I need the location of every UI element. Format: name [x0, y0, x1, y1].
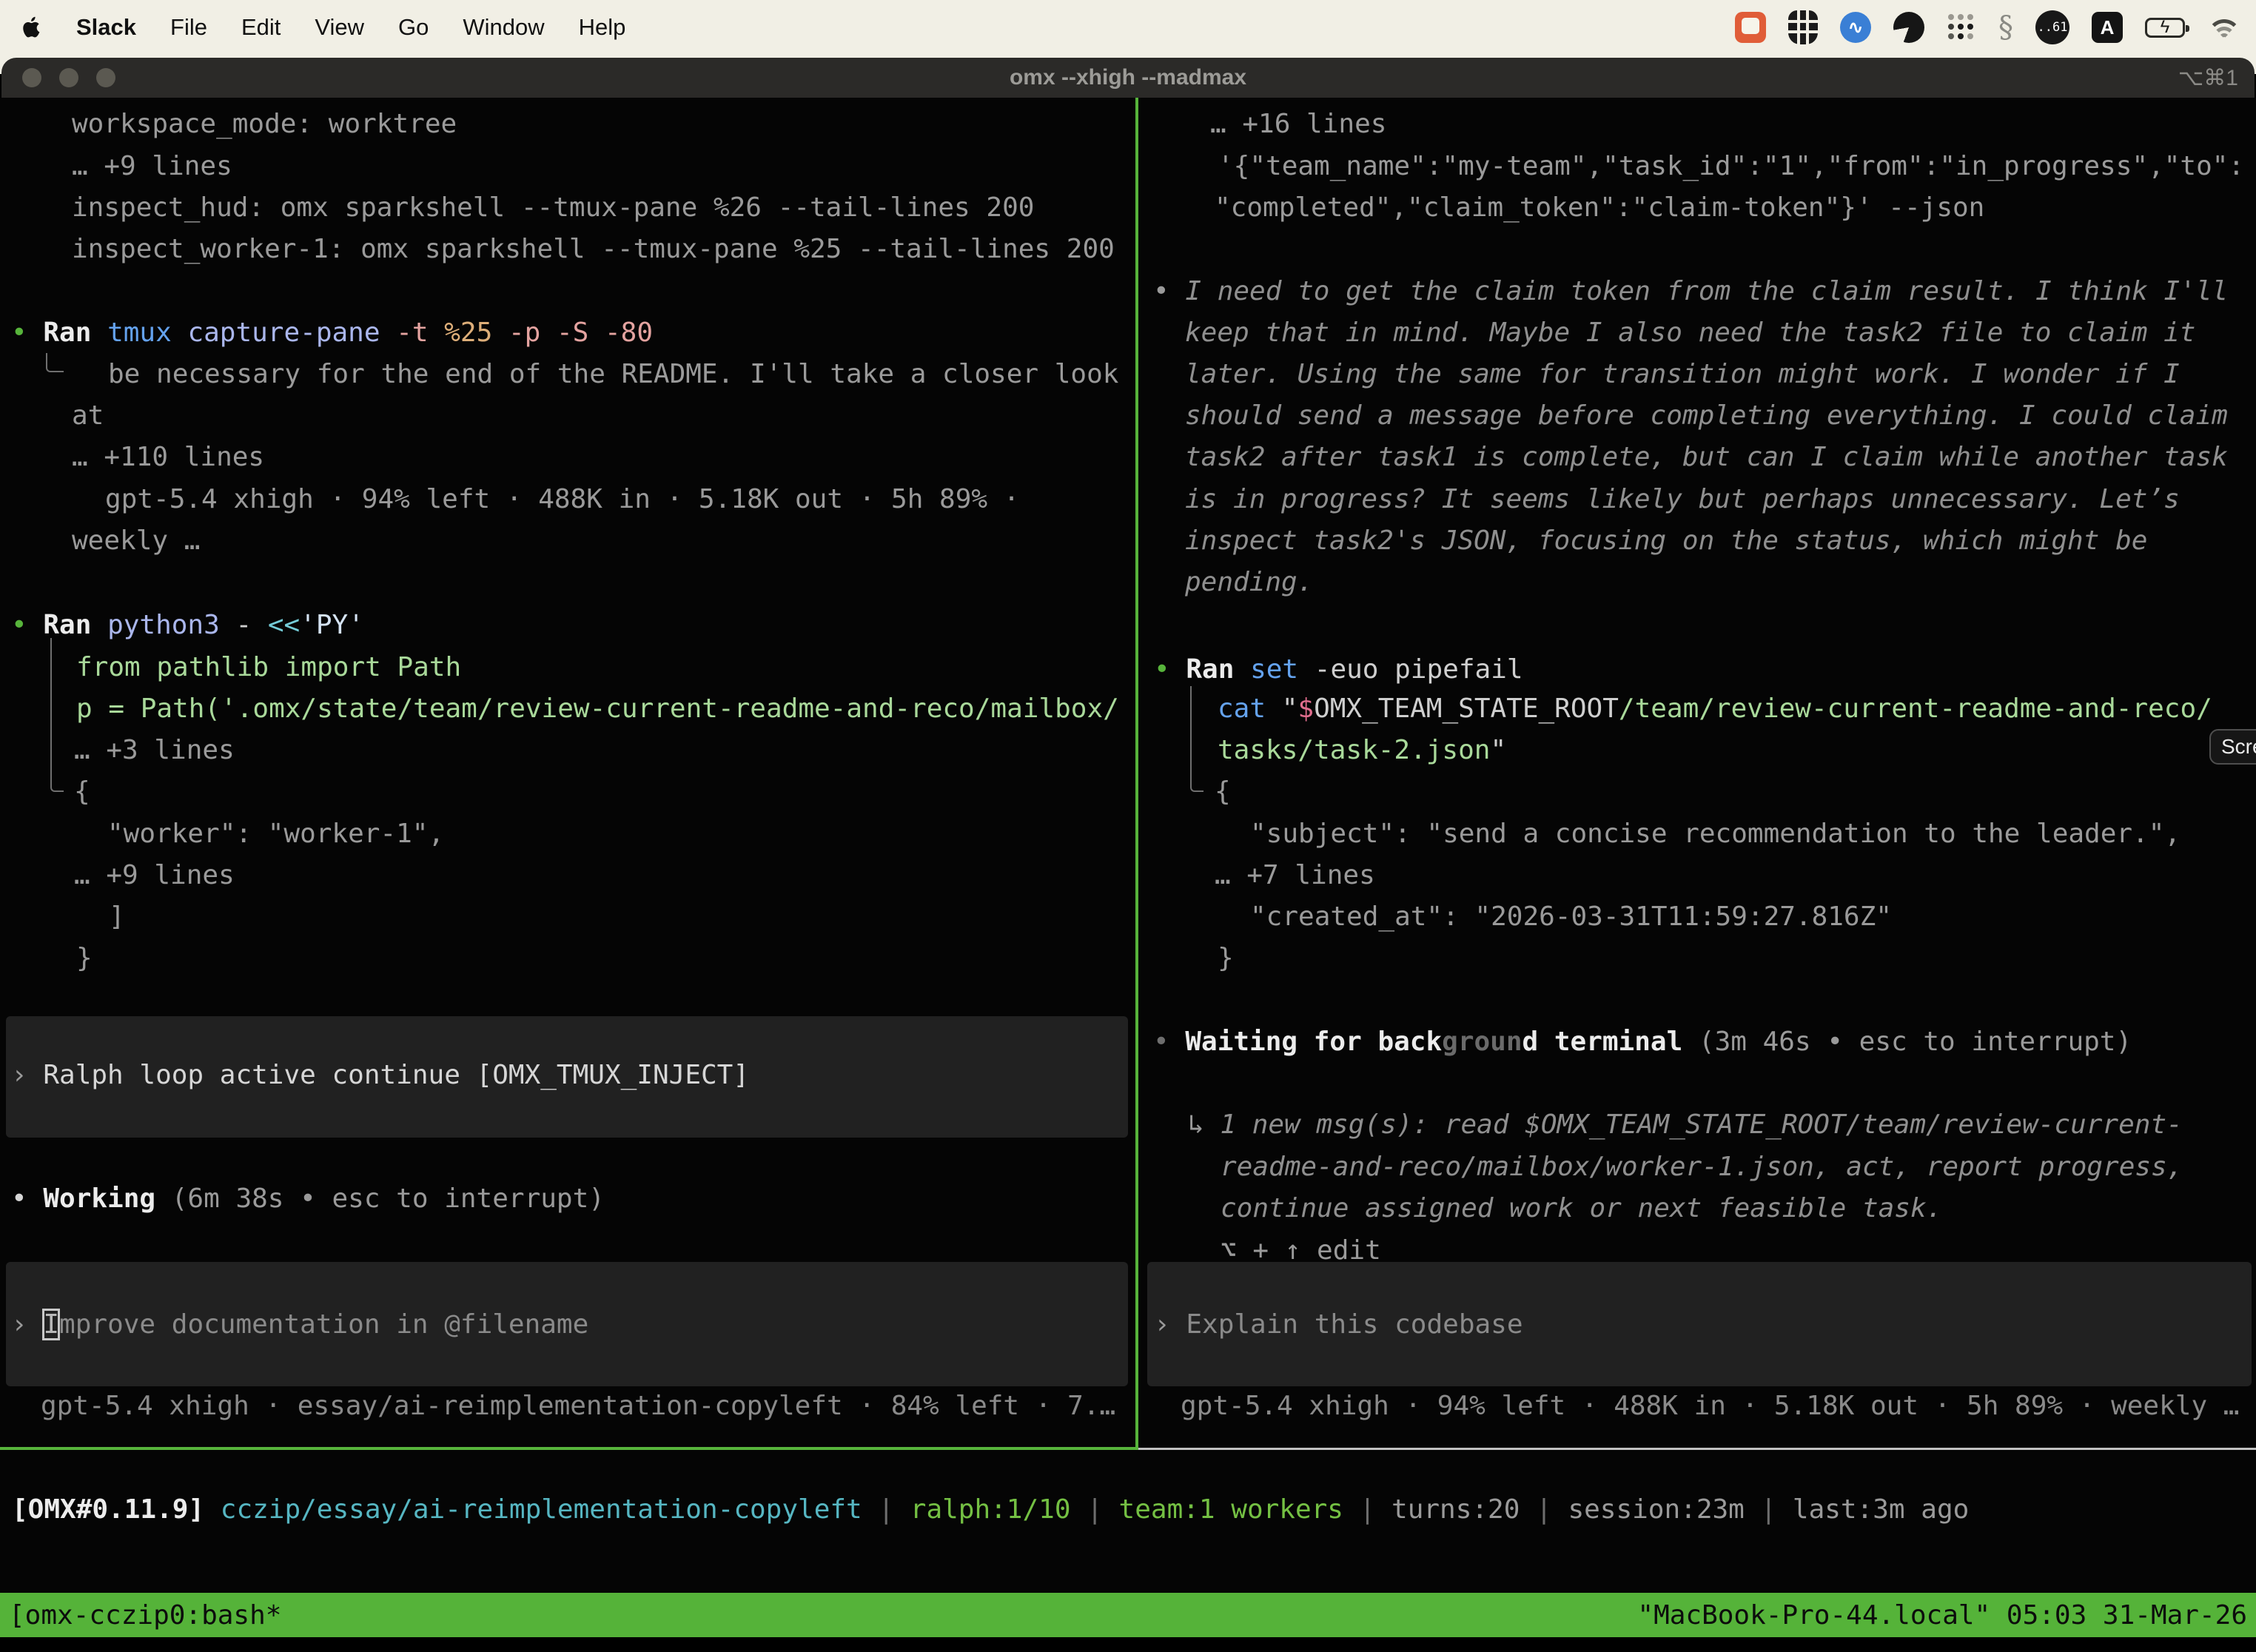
terminal-line: … +9 lines	[74, 855, 235, 896]
terminal-line: from pathlib import Path	[76, 647, 461, 688]
battery-icon[interactable]: ϟ	[2145, 18, 2185, 38]
terminal-line: should send a message before completing …	[1185, 395, 2228, 437]
terminal-line: }	[1218, 938, 1234, 979]
pane-worker: workspace_mode: worktree… +9 linesinspec…	[0, 98, 1135, 1447]
terminal-line: … +110 lines	[72, 437, 264, 478]
shield-grid-icon[interactable]	[1788, 10, 1818, 44]
terminal-line: "completed","claim_token":"claim-token"}…	[1215, 187, 1984, 229]
terminal-line: tasks/task-2.json"	[1218, 730, 1506, 771]
terminal-line: "worker": "worker-1",	[107, 813, 444, 855]
terminal-line: gpt-5.4 xhigh · 94% left · 488K in · 5.1…	[105, 479, 1019, 520]
menu-app-name[interactable]: Slack	[76, 14, 136, 41]
menu-window[interactable]: Window	[463, 14, 544, 41]
tmux-status-bar: [omx-cczip0:bash* "MacBook-Pro-44.local"…	[0, 1593, 2256, 1637]
chat-app-icon[interactable]	[1735, 12, 1766, 43]
terminal-line: keep that in mind. Maybe I also need the…	[1185, 312, 2195, 354]
blue-badge-icon[interactable]: ∿	[1840, 12, 1871, 43]
terminal-line: • I need to get the claim token from the…	[1153, 271, 2228, 312]
tmux-session-label[interactable]: [omx-cczip0:bash*	[9, 1600, 281, 1631]
macos-menu-bar: Slack File Edit View Go Window Help ∿ § …	[0, 0, 2256, 55]
terminal-line: › Ralph loop active continue [OMX_TMUX_I…	[11, 1055, 749, 1096]
tmux-host-clock: "MacBook-Pro-44.local" 05:03 31-Mar-26	[1637, 1600, 2247, 1631]
dots-grid-icon[interactable]	[1947, 13, 1976, 42]
omx-status-pane: [OMX#0.11.9] cczip/essay/ai-reimplementa…	[0, 1450, 2256, 1593]
terminal-line: ⌥ + ↑ edit	[1221, 1230, 1381, 1272]
terminal-line: inspect_hud: omx sparkshell --tmux-pane …	[72, 187, 1034, 229]
menu-help[interactable]: Help	[579, 14, 626, 41]
terminal-line: p = Path('.omx/state/team/review-current…	[76, 688, 1119, 730]
menu-go[interactable]: Go	[398, 14, 429, 41]
terminal-line: ↳ 1 new msg(s): read $OMX_TEAM_STATE_ROO…	[1188, 1104, 2183, 1146]
screen-tooltip: Scre	[2209, 729, 2256, 765]
wifi-icon[interactable]	[2207, 15, 2241, 40]
terminal-line: cat "$OMX_TEAM_STATE_ROOT/team/review-cu…	[1218, 688, 2212, 730]
terminal-line: }	[76, 938, 93, 979]
terminal-line: workspace_mode: worktree	[72, 104, 457, 145]
terminal-line: at	[72, 395, 104, 437]
menu-edit[interactable]: Edit	[241, 14, 281, 41]
terminal-line: … +7 lines	[1215, 855, 1375, 896]
terminal-line: … +3 lines	[74, 730, 235, 771]
terminal-line: › Explain this codebase	[1154, 1304, 1523, 1346]
terminal-line: [OMX#0.11.9] cczip/essay/ai-reimplementa…	[12, 1489, 1969, 1531]
terminal-line: … +9 lines	[72, 146, 232, 187]
terminal-line: continue assigned work or next feasible …	[1221, 1188, 1942, 1229]
terminal-line: "created_at": "2026-03-31T11:59:27.816Z"	[1250, 896, 1892, 938]
terminal-line: gpt-5.4 xhigh · essay/ai-reimplementatio…	[41, 1386, 1115, 1427]
terminal-line: inspect task2's JSON, focusing on the st…	[1185, 520, 2147, 562]
screen-record-icon[interactable]	[1893, 12, 1924, 43]
terminal-line: inspect_worker-1: omx sparkshell --tmux-…	[72, 229, 1115, 270]
terminal-line: later. Using the same for transition mig…	[1185, 354, 2180, 395]
terminal-line: • Ran python3 - <<'PY'	[11, 605, 364, 646]
menu-view[interactable]: View	[315, 14, 364, 41]
headphones-battery-icon[interactable]: ..61	[2035, 10, 2069, 44]
tree-connector	[1190, 686, 1203, 792]
terminal-line: task2 after task1 is complete, but can I…	[1185, 437, 2228, 478]
terminal-line: readme-and-reco/mailbox/worker-1.json, a…	[1221, 1146, 2183, 1188]
terminal-line: pending.	[1185, 562, 1313, 603]
menu-file[interactable]: File	[170, 14, 207, 41]
apple-menu-icon[interactable]	[22, 16, 42, 39]
terminal-line: weekly …	[72, 520, 200, 562]
terminal-line: › Improve documentation in @filename	[11, 1304, 588, 1346]
tree-connector	[50, 638, 64, 792]
terminal-line: "subject": "send a concise recommendatio…	[1250, 813, 2181, 855]
terminal-line: {	[74, 771, 90, 813]
terminal-line: is in progress? It seems likely but perh…	[1185, 479, 2180, 520]
terminal-line: '{"team_name":"my-team","task_id":"1","f…	[1218, 146, 2244, 187]
terminal-line: • Ran set -euo pipefail	[1154, 649, 1523, 691]
terminal-line: gpt-5.4 xhigh · 94% left · 488K in · 5.1…	[1181, 1386, 2239, 1427]
window-title-bar: omx --xhigh --madmax ⌥⌘1	[1, 58, 2255, 98]
window-title: omx --xhigh --madmax	[1, 65, 2255, 90]
tree-connector	[46, 353, 64, 372]
terminal-line: … +16 lines	[1210, 104, 1386, 145]
terminal-line: ]	[109, 896, 125, 938]
terminal-line: {	[1215, 771, 1231, 813]
terminal-line: be necessary for the end of the README. …	[108, 354, 1118, 395]
terminal-line: • Waiting for background terminal (3m 46…	[1153, 1021, 2132, 1063]
pane-divider-vertical[interactable]	[1135, 98, 1138, 1450]
terminal-line: • Ran tmux capture-pane -t %25 -p -S -80	[11, 312, 653, 354]
squiggle-icon[interactable]: §	[1998, 10, 2013, 44]
pane-hud: … +16 lines'{"team_name":"my-team","task…	[1143, 98, 2256, 1447]
terminal-line: • Working (6m 38s • esc to interrupt)	[11, 1178, 605, 1220]
input-source-icon[interactable]: A	[2092, 12, 2123, 43]
window-shortcut-hint: ⌥⌘1	[2178, 65, 2238, 91]
